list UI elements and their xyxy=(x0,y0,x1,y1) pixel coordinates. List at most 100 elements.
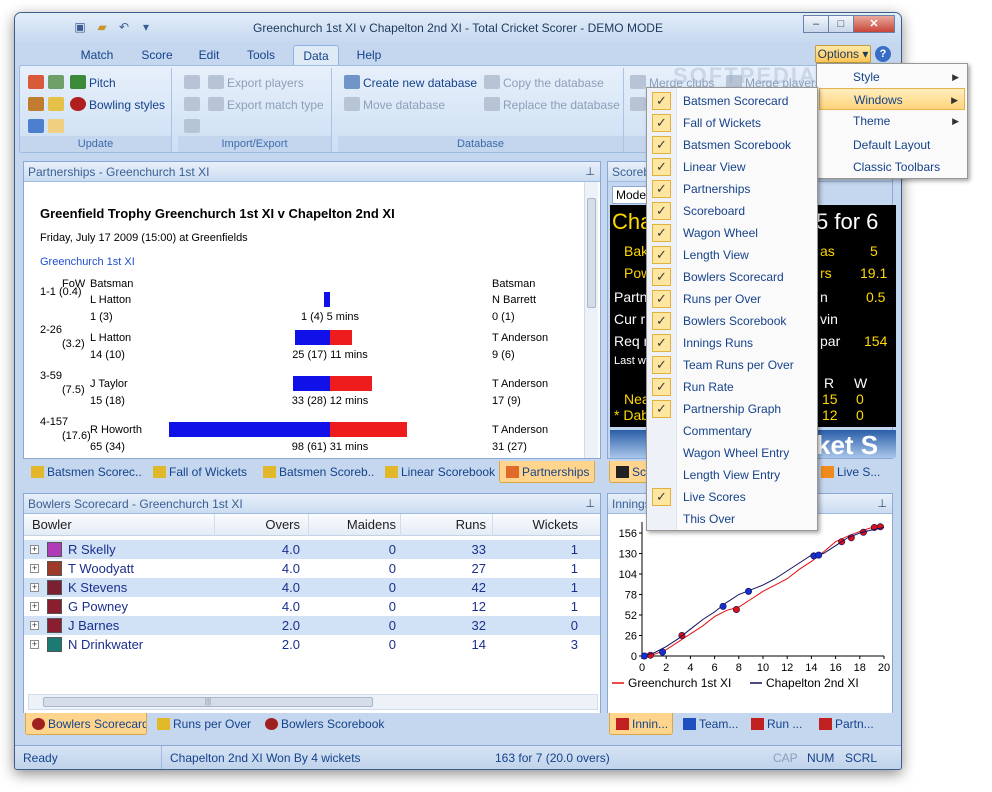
windows-menu-item[interactable]: ✓ Batsmen Scorecard xyxy=(647,90,819,112)
windows-menu-item[interactable]: ✓ Length View xyxy=(647,244,819,266)
bowler-row[interactable]: + N Drinkwater 2.0 0 14 3 xyxy=(24,635,600,654)
expand-icon[interactable]: + xyxy=(30,583,39,592)
tab-edit[interactable]: Edit xyxy=(191,45,227,65)
windows-menu-item[interactable]: ✓ Team Runs per Over xyxy=(647,354,819,376)
wicket-marker xyxy=(659,648,667,656)
tab-bowlers-scorecard[interactable]: Bowlers Scorecard xyxy=(25,713,147,735)
screen-icon[interactable] xyxy=(48,74,67,92)
windows-menu-item[interactable]: ✓ Scoreboard xyxy=(647,200,819,222)
tab-data[interactable]: Data xyxy=(293,45,339,65)
export-match-type-button[interactable]: Export match type xyxy=(208,96,324,114)
checkmark-icon: ✓ xyxy=(652,180,671,198)
maximize-button[interactable]: □ xyxy=(828,15,854,33)
col-runs[interactable]: Runs xyxy=(400,514,486,536)
tab-batsmen-scorecard[interactable]: Batsmen Scorec... xyxy=(25,461,143,483)
bowler-row[interactable]: + R Skelly 4.0 0 33 1 xyxy=(24,540,600,559)
windows-menu-item[interactable]: ✓ Bowlers Scorecard xyxy=(647,266,819,288)
pitch-button[interactable]: Pitch xyxy=(70,74,116,92)
bat-icon xyxy=(263,466,276,478)
help-icon[interactable]: ? xyxy=(875,46,891,62)
tab-runs-per-over[interactable]: Runs per Over xyxy=(151,713,255,735)
bowler-row[interactable]: + J Barnes 2.0 0 32 0 xyxy=(24,616,600,635)
create-database-button[interactable]: Create new database xyxy=(344,74,477,92)
expand-icon[interactable]: + xyxy=(30,564,39,573)
windows-menu-item[interactable]: ✓ Linear View xyxy=(647,156,819,178)
windows-menu-item[interactable]: Wagon Wheel Entry xyxy=(647,442,819,464)
windows-menu-item[interactable]: ✓ Wagon Wheel xyxy=(647,222,819,244)
menu-item-default-layout[interactable]: Default Layout xyxy=(819,134,965,156)
bowler-row[interactable]: + K Stevens 4.0 0 42 1 xyxy=(24,578,600,597)
windows-menu-item[interactable]: This Over xyxy=(647,508,819,530)
tab-tools[interactable]: Tools xyxy=(241,45,281,65)
pin-icon[interactable]: ⊥ xyxy=(585,494,595,514)
windows-menu-item[interactable]: ✓ Partnerships xyxy=(647,178,819,200)
menu-item-classic-toolbars[interactable]: Classic Toolbars xyxy=(819,156,965,178)
windows-menu-item[interactable]: ✓ Batsmen Scorebook xyxy=(647,134,819,156)
col-bowler[interactable]: Bowler xyxy=(32,514,72,536)
mail-icon[interactable] xyxy=(48,118,67,136)
bowler-wickets: 1 xyxy=(570,580,578,595)
tab-match[interactable]: Match xyxy=(73,45,121,65)
horizontal-scrollbar[interactable]: ||| xyxy=(28,694,598,710)
expand-icon[interactable]: + xyxy=(30,621,39,630)
windows-menu-item[interactable]: ✓ Partnership Graph xyxy=(647,398,819,420)
windows-menu-item[interactable]: Commentary xyxy=(647,420,819,442)
expand-icon[interactable]: + xyxy=(30,545,39,554)
menu-item-style[interactable]: Style ▶ xyxy=(819,66,965,88)
submenu-arrow-icon: ▶ xyxy=(952,116,959,126)
close-button[interactable]: ✕ xyxy=(853,15,895,33)
bat-icon xyxy=(153,466,166,478)
bowling-styles-button[interactable]: Bowling styles xyxy=(70,96,165,114)
tab-run-rate[interactable]: Run ... xyxy=(745,713,809,735)
pin-icon[interactable]: ⊥ xyxy=(585,162,595,182)
col-overs[interactable]: Overs xyxy=(214,514,300,536)
windows-menu-item[interactable]: ✓ Fall of Wickets xyxy=(647,112,819,134)
windows-menu-item[interactable]: ✓ Bowlers Scorebook xyxy=(647,310,819,332)
tab-bowlers-scorebook[interactable]: Bowlers Scorebook xyxy=(259,713,385,735)
windows-menu-item[interactable]: ✓ Innings Runs xyxy=(647,332,819,354)
status-cap: CAP xyxy=(773,751,798,765)
tab-score[interactable]: Score xyxy=(133,45,181,65)
expand-icon[interactable]: + xyxy=(30,602,39,611)
tab-live-scores[interactable]: Live S... xyxy=(815,461,891,483)
pin-icon[interactable]: ⊥ xyxy=(877,494,887,514)
tab-fall-of-wickets[interactable]: Fall of Wickets xyxy=(147,461,253,483)
scoreboard-banner-text: ket S xyxy=(816,430,879,458)
menu-item-windows[interactable]: Windows ▶ xyxy=(819,88,965,110)
calendar-icon[interactable] xyxy=(28,118,47,136)
minimize-button[interactable]: – xyxy=(803,15,829,33)
tab-team-runs[interactable]: Team... xyxy=(677,713,741,735)
menu-item-theme[interactable]: Theme ▶ xyxy=(819,110,965,132)
expand-icon[interactable]: + xyxy=(30,640,39,649)
vertical-scrollbar[interactable] xyxy=(584,182,598,458)
scrollbar-thumb[interactable] xyxy=(587,198,596,308)
bowler-row[interactable]: + G Powney 4.0 0 12 1 xyxy=(24,597,600,616)
folder-icon[interactable] xyxy=(48,96,67,114)
tab-batsmen-scorebook[interactable]: Batsmen Scoreb... xyxy=(257,461,375,483)
move-database-button[interactable]: Move database xyxy=(344,96,445,114)
windows-menu-item[interactable]: Length View Entry xyxy=(647,464,819,486)
col-maidens[interactable]: Maidens xyxy=(308,514,396,536)
tab-innings-runs[interactable]: Innin... xyxy=(609,713,673,735)
copy-database-button[interactable]: Copy the database xyxy=(484,74,604,92)
batsman-1-score: 1 (3) xyxy=(90,311,113,323)
tab-linear-scorebook[interactable]: Linear Scorebook xyxy=(379,461,495,483)
bowler-row[interactable]: + T Woodyatt 4.0 0 27 1 xyxy=(24,559,600,578)
tab-partnership-graph[interactable]: Partn... xyxy=(813,713,889,735)
windows-menu-item[interactable]: ✓ Runs per Over xyxy=(647,288,819,310)
ball-icon xyxy=(32,718,45,730)
options-button[interactable]: Options ▾ xyxy=(815,45,871,63)
scrollbar-thumb[interactable]: ||| xyxy=(43,697,373,707)
export-players-button[interactable]: Export players xyxy=(208,74,304,92)
home-icon[interactable] xyxy=(28,74,47,92)
replace-database-button[interactable]: Replace the database xyxy=(484,96,620,114)
col-wickets[interactable]: Wickets xyxy=(492,514,578,536)
windows-menu-item-label: Linear View xyxy=(683,160,746,174)
x-tick-label: 14 xyxy=(805,662,817,674)
tab-help[interactable]: Help xyxy=(349,45,389,65)
windows-menu-item[interactable]: ✓ Live Scores xyxy=(647,486,819,508)
windows-menu-item[interactable]: ✓ Run Rate xyxy=(647,376,819,398)
bowler-maidens: 0 xyxy=(388,618,396,633)
tab-partnerships[interactable]: Partnerships xyxy=(499,461,595,483)
people-icon[interactable] xyxy=(28,96,47,114)
